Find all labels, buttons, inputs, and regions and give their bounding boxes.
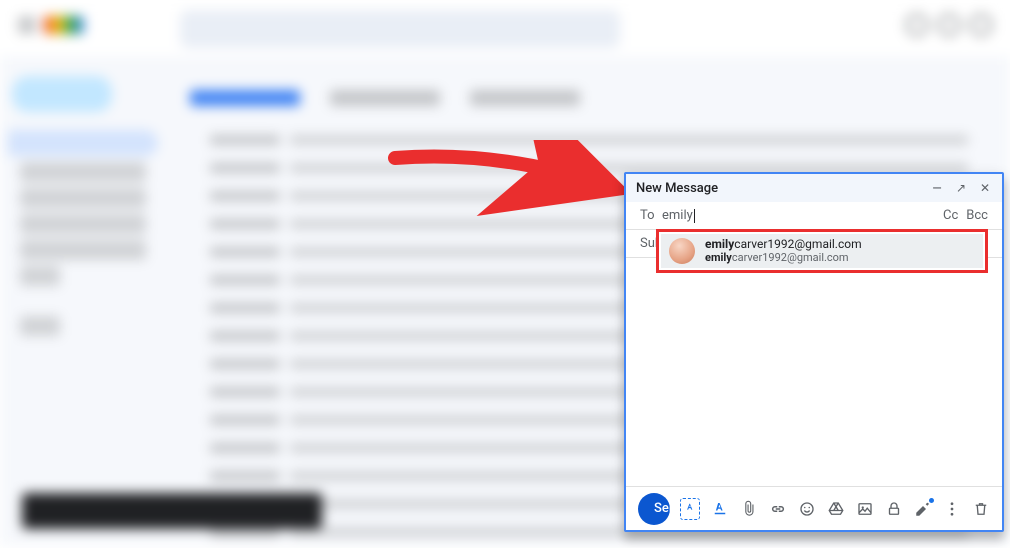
suggestion-name: emilycarver1992@gmail.com (705, 238, 862, 252)
help-icon (906, 14, 928, 36)
bcc-button[interactable]: Bcc (966, 208, 988, 223)
close-button[interactable]: ✕ (978, 181, 992, 195)
compose-footer: Send ▾ (626, 486, 1002, 530)
compose-button (12, 76, 112, 112)
to-field-row[interactable]: To emily Cc Bcc (626, 202, 1002, 230)
to-input[interactable]: emily (662, 208, 695, 223)
send-button-group: Send ▾ (638, 493, 670, 525)
popout-button[interactable]: ↗ (954, 181, 968, 195)
highlight-annotation: emilycarver1992@gmail.com emilycarver199… (656, 229, 988, 273)
drive-icon[interactable] (827, 500, 845, 518)
autocomplete-suggestion[interactable]: emilycarver1992@gmail.com emilycarver199… (661, 234, 983, 268)
compose-body[interactable] (626, 258, 1002, 486)
signature-icon[interactable] (914, 500, 932, 518)
link-icon[interactable] (769, 500, 787, 518)
emoji-icon[interactable] (798, 500, 816, 518)
avatar (669, 238, 695, 264)
search-input (180, 10, 620, 48)
compose-window: New Message — ↗ ✕ To emily Cc Bcc Sub em… (624, 172, 1004, 532)
send-button[interactable]: Send (638, 501, 670, 516)
suggestion-email: emilycarver1992@gmail.com (705, 252, 862, 265)
spellcheck-icon[interactable] (680, 498, 700, 520)
to-label: To (640, 208, 662, 223)
confidential-icon[interactable] (885, 500, 903, 518)
cc-button[interactable]: Cc (943, 208, 958, 223)
sidebar (8, 130, 158, 342)
compose-title: New Message (636, 181, 718, 196)
apps-icon (970, 14, 992, 36)
snackbar (22, 493, 322, 529)
more-options-icon[interactable] (943, 500, 961, 518)
settings-icon (938, 14, 960, 36)
minimize-button[interactable]: — (930, 181, 944, 195)
formatting-icon[interactable] (711, 500, 729, 518)
image-icon[interactable] (856, 500, 874, 518)
compose-header[interactable]: New Message — ↗ ✕ (626, 174, 1002, 202)
gmail-logo (44, 16, 84, 34)
hamburger-icon (18, 18, 36, 32)
attach-icon[interactable] (740, 500, 758, 518)
discard-icon[interactable] (972, 500, 990, 518)
